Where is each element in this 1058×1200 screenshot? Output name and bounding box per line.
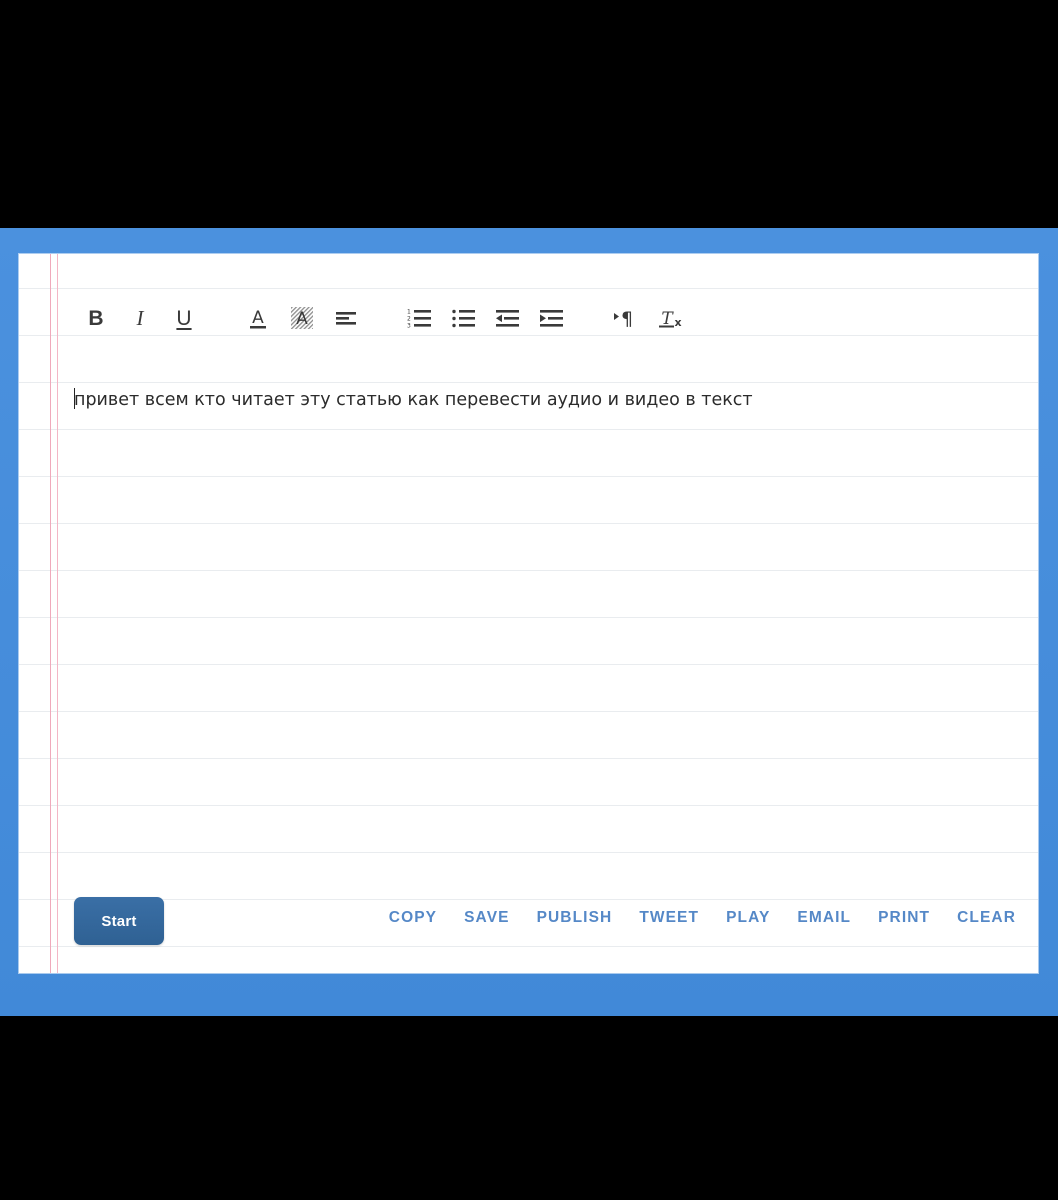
copy-link[interactable]: COPY: [389, 909, 437, 927]
editor-body[interactable]: привет всем кто читает эту статью как пе…: [74, 387, 1018, 427]
highlight-color-icon[interactable]: A: [285, 301, 319, 335]
rule-line: [19, 429, 1038, 430]
ruled-lines: [19, 254, 1038, 973]
outdent-icon[interactable]: [491, 301, 525, 335]
underline-icon[interactable]: U: [167, 301, 201, 335]
svg-text:A: A: [252, 308, 264, 328]
text-direction-icon[interactable]: ¶: [609, 301, 643, 335]
rule-line: [19, 617, 1038, 618]
margin-line-outer: [50, 254, 51, 973]
rule-line: [19, 946, 1038, 947]
margin-line-inner: [57, 254, 58, 973]
rule-line: [19, 476, 1038, 477]
svg-text:x: x: [674, 316, 681, 329]
svg-text:¶: ¶: [621, 308, 633, 329]
numbered-list-icon[interactable]: 1 2 3: [403, 301, 437, 335]
bold-icon[interactable]: B: [79, 301, 113, 335]
svg-text:2: 2: [407, 316, 411, 323]
screenshot-canvas: B I U A A 1 2 3 ¶ T x привет всем кто чи…: [0, 0, 1058, 1200]
start-button[interactable]: Start: [74, 897, 164, 945]
rule-line: [19, 711, 1038, 712]
rule-line: [19, 852, 1038, 853]
rule-line: [19, 899, 1038, 900]
align-icon[interactable]: [329, 301, 363, 335]
rule-line: [19, 805, 1038, 806]
svg-text:3: 3: [407, 323, 411, 330]
rule-line: [19, 382, 1038, 383]
indent-icon[interactable]: [535, 301, 569, 335]
svg-text:1: 1: [407, 309, 411, 316]
clear-link[interactable]: CLEAR: [957, 909, 1016, 927]
notebook-paper: B I U A A 1 2 3 ¶ T x привет всем кто чи…: [19, 254, 1038, 973]
action-links-bar: COPY SAVE PUBLISH TWEET PLAY EMAIL PRINT…: [389, 909, 1016, 927]
tweet-link[interactable]: TWEET: [639, 909, 699, 927]
save-link[interactable]: SAVE: [464, 909, 509, 927]
email-link[interactable]: EMAIL: [797, 909, 851, 927]
toolbar-group-lists: 1 2 3: [398, 301, 574, 335]
rule-line: [19, 523, 1038, 524]
text-color-icon[interactable]: A: [241, 301, 275, 335]
formatting-toolbar: B I U A A 1 2 3 ¶ T x: [19, 289, 1038, 347]
toolbar-group-style: B I U: [74, 301, 206, 335]
remove-format-icon[interactable]: T x: [653, 301, 687, 335]
play-link[interactable]: PLAY: [726, 909, 770, 927]
app-frame: B I U A A 1 2 3 ¶ T x привет всем кто чи…: [0, 228, 1058, 1016]
svg-text:A: A: [296, 309, 308, 329]
italic-icon[interactable]: I: [123, 301, 157, 335]
editor-text: привет всем кто читает эту статью как пе…: [74, 390, 753, 410]
rule-line: [19, 664, 1038, 665]
rule-line: [19, 758, 1038, 759]
print-link[interactable]: PRINT: [878, 909, 930, 927]
publish-link[interactable]: PUBLISH: [537, 909, 613, 927]
rule-line: [19, 570, 1038, 571]
toolbar-group-color: A A: [236, 301, 368, 335]
toolbar-group-misc: ¶ T x: [604, 301, 692, 335]
bullet-list-icon[interactable]: [447, 301, 481, 335]
editor-paragraph[interactable]: привет всем кто читает эту статью как пе…: [74, 387, 1018, 413]
